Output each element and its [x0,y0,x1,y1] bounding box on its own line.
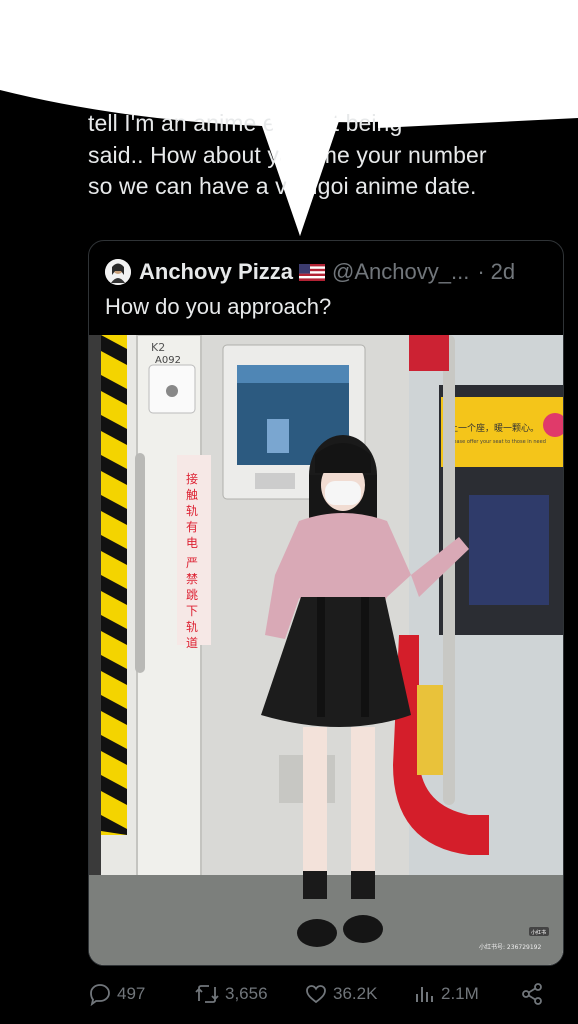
quoted-tweet-text: How do you approach? [105,294,332,319]
sign-char: 下 [186,604,198,618]
tweet-line-2: said.. How about yo e me your number [88,141,487,168]
sign-char: 电 [186,536,198,550]
quoted-handle[interactable]: @Anchovy_... [332,259,469,285]
quoted-tweet-photo[interactable]: K2 A092 2 接 触 轨 有 电 严 禁 跳 下 轨 道 [89,335,563,965]
quoted-tweet-card[interactable]: Anchovy Pizza @Anchovy_... · 2d How do y… [88,240,564,966]
ad-text: 让一个座，暖一颗心。 [449,422,539,434]
views-button[interactable]: 2.1M [414,982,479,1006]
tweet-line-1: tell I'm an anime exp nat being [88,110,403,136]
sign-char: 轨 [186,504,198,518]
avatar[interactable] [105,259,131,285]
quoted-tweet-header: Anchovy Pizza @Anchovy_... · 2d [105,257,515,287]
quoted-timestamp[interactable]: 2d [491,259,515,285]
tweet-text: tell I'm an anime exp nat being said.. H… [88,108,568,203]
watermark-id: 小红书号: 236729192 [479,943,541,951]
view-count: 2.1M [441,984,479,1003]
reply-count: 497 [117,984,146,1003]
sign-char: 接 [186,471,198,486]
share-icon [522,983,542,1005]
reply-button[interactable]: 497 [88,982,145,1006]
sign-char: 轨 [186,620,198,634]
sign-char: 跳 [186,588,198,602]
tweet-line-3: so we can have a v sugoi anime date. [88,173,477,199]
like-count: 36.2K [333,984,378,1003]
ad-text-en: Please offer your seat to those in need [449,439,546,445]
sign-char: 道 [186,636,198,650]
train-code: A092 [155,355,181,366]
separator-dot: · [477,259,485,284]
tweet-action-bar: 497 3,656 36.2K 2.1M [88,976,558,1012]
share-button[interactable] [520,982,549,1006]
reply-icon [90,984,110,1006]
repost-count: 3,656 [225,984,268,1003]
sign-char: 触 [186,488,198,502]
train-code-top: K2 [151,341,165,354]
sign-char: 禁 [186,572,198,586]
heart-icon [306,985,326,1004]
like-button[interactable]: 36.2K [304,982,377,1006]
repost-button[interactable]: 3,656 [194,982,268,1006]
watermark-app: 小红书 [531,929,546,936]
views-icon [416,987,433,1002]
quoted-display-name[interactable]: Anchovy Pizza [139,259,293,285]
sign-char: 有 [186,520,198,534]
repost-icon [195,985,219,1003]
us-flag-icon [299,263,326,281]
sign-char: 严 [186,556,198,570]
